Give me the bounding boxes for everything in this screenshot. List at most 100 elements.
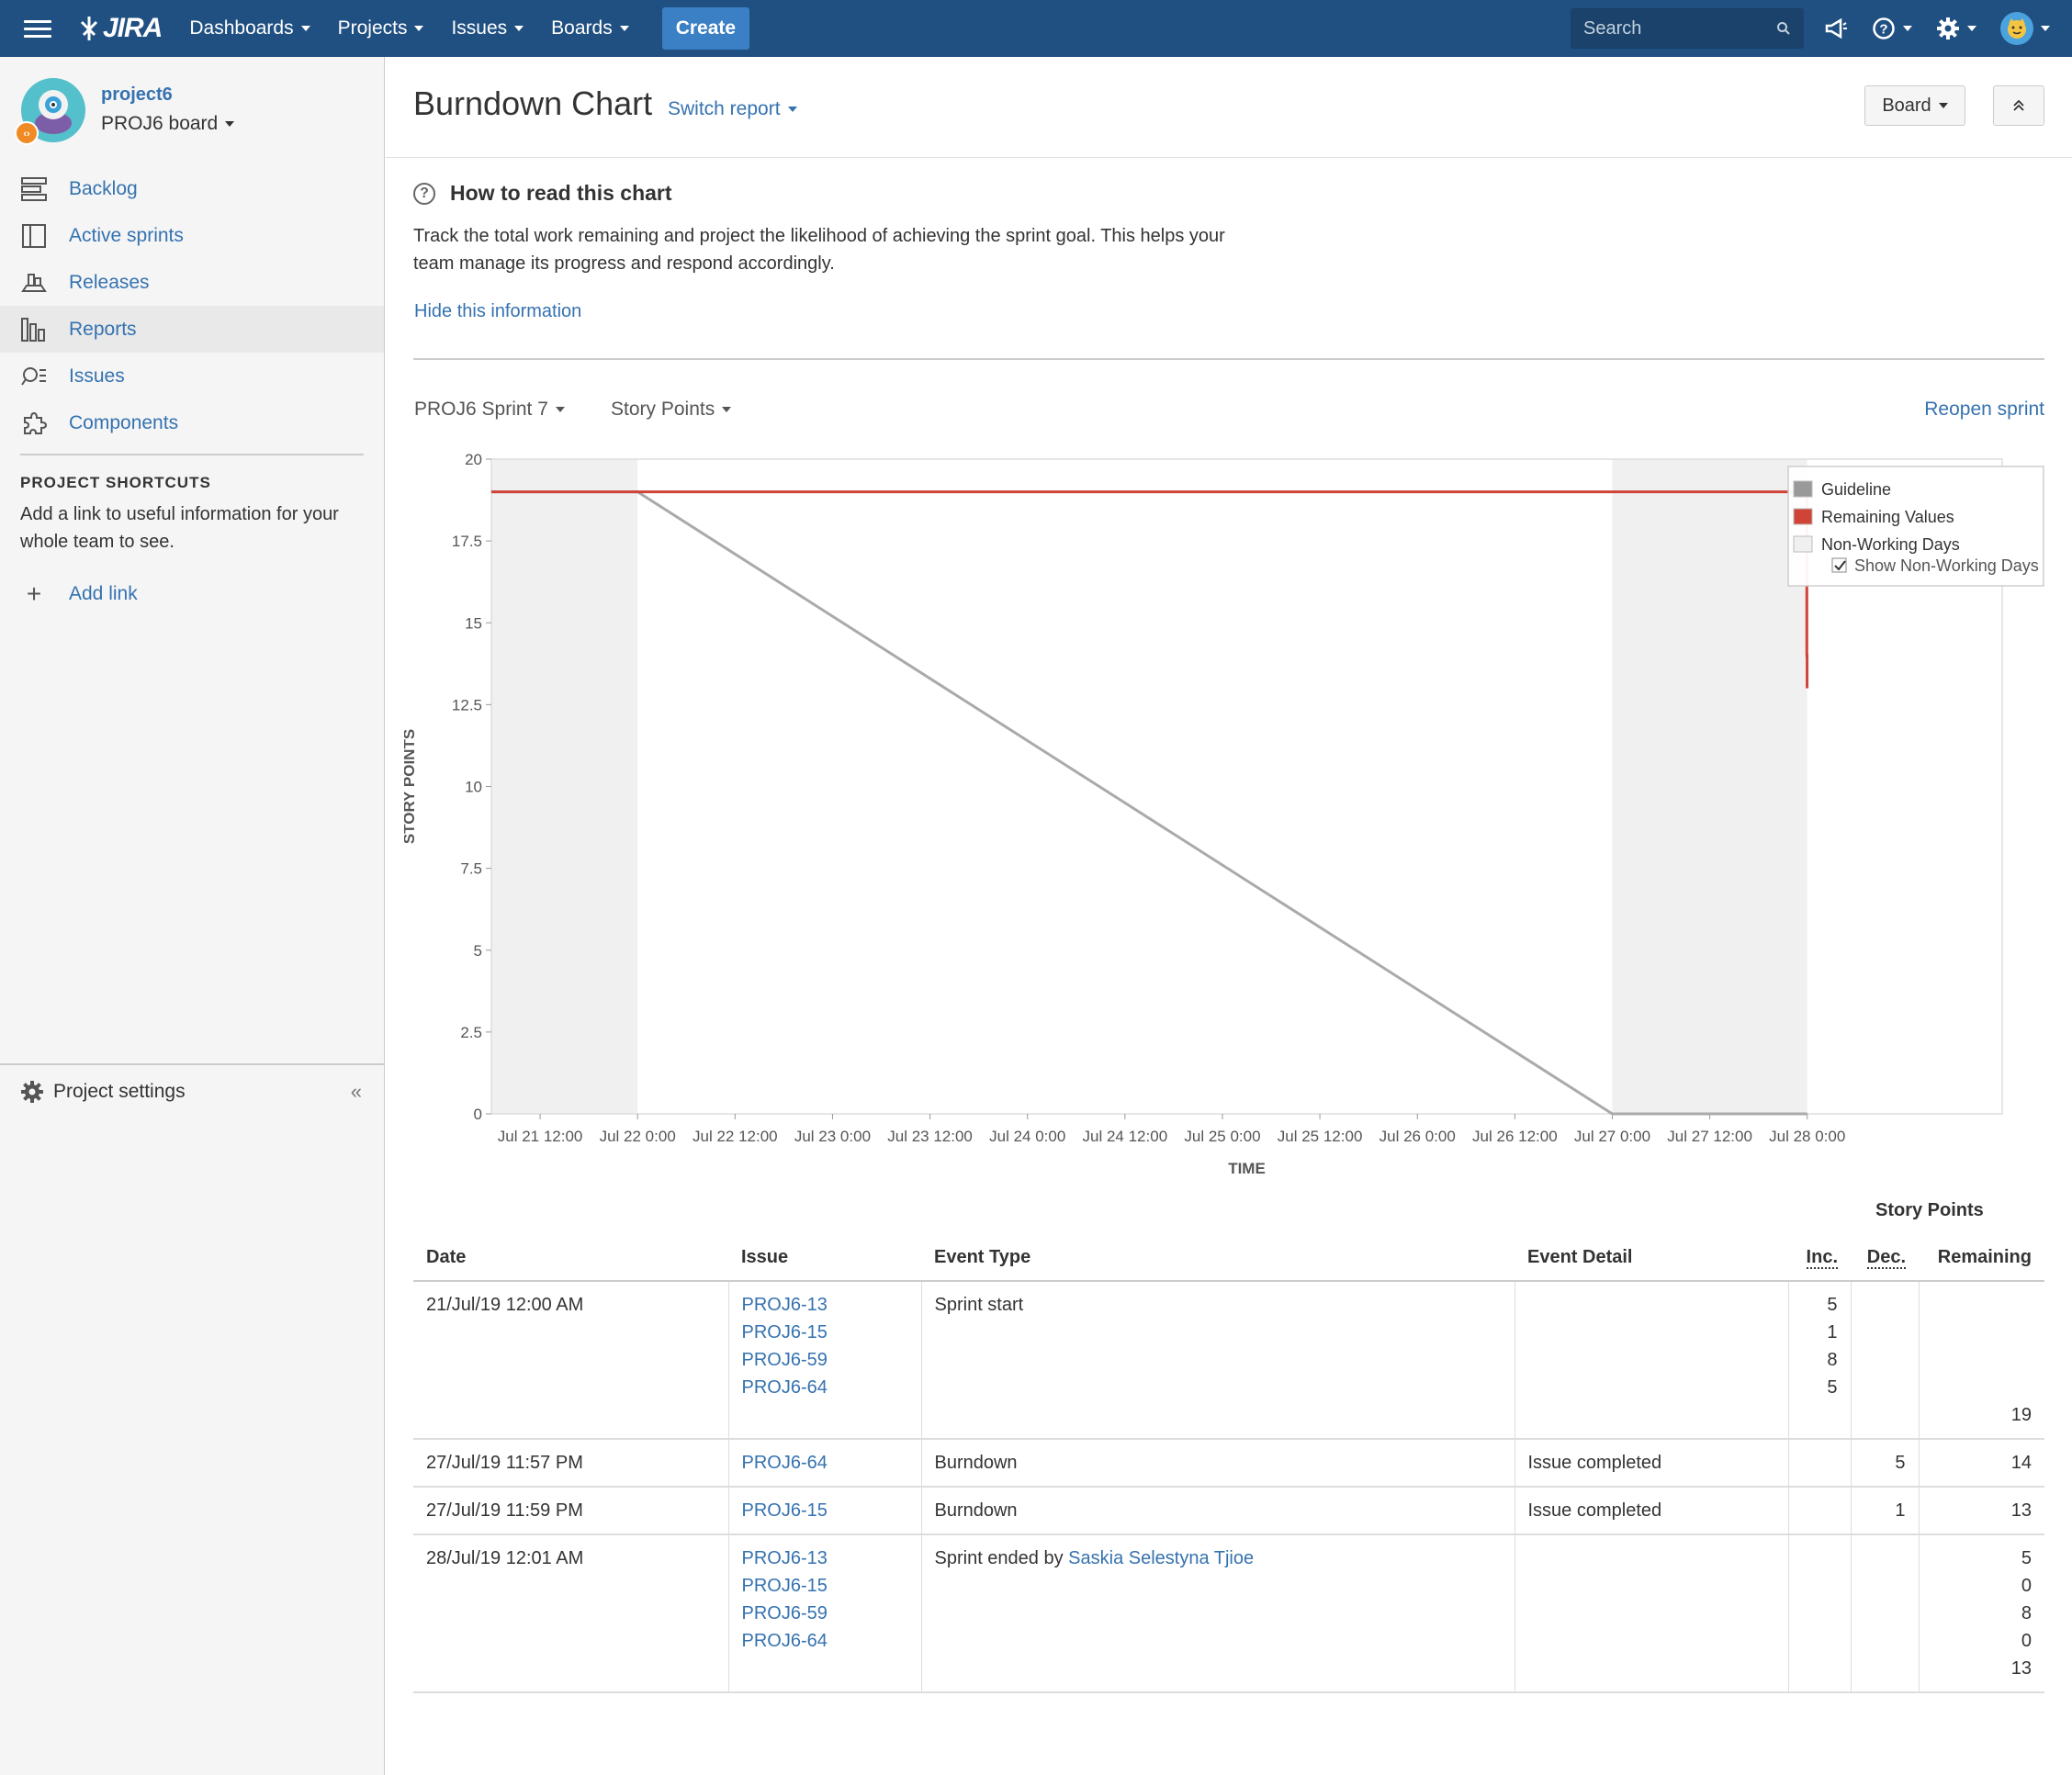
dec-value: 5 <box>1895 1453 1906 1473</box>
board-selector[interactable]: PROJ6 board <box>101 113 235 135</box>
col-event-detail: Event Detail <box>1515 1235 1788 1282</box>
y-axis-label: STORY POINTS <box>404 729 418 844</box>
board-button[interactable]: Board <box>1864 85 1965 126</box>
x-tick-label: Jul 25 12:00 <box>1278 1128 1363 1145</box>
jira-logo[interactable]: JIRA <box>77 13 163 44</box>
nav-issues[interactable]: Issues <box>451 17 524 39</box>
collapse-sidebar-icon[interactable]: « <box>351 1080 362 1104</box>
inc-value: 8 <box>1827 1350 1838 1370</box>
releases-icon <box>20 269 48 297</box>
chevron-down-icon <box>225 121 235 127</box>
remaining-value: 0 <box>2021 1631 2032 1651</box>
y-tick-label: 17.5 <box>452 533 482 550</box>
x-tick-label: Jul 21 12:00 <box>498 1128 583 1145</box>
reports-icon <box>20 316 48 343</box>
cell-inc <box>1787 1534 1851 1693</box>
chevron-down-icon <box>1967 26 1976 31</box>
col-dec-label: Dec. <box>1866 1247 1906 1269</box>
search-icon <box>1777 22 1790 35</box>
sidebar-item-backlog[interactable]: Backlog <box>0 165 384 212</box>
y-tick-label: 2.5 <box>460 1024 482 1041</box>
reopen-sprint-link[interactable]: Reopen sprint <box>1924 399 2044 421</box>
sidebar-item-reports[interactable]: Reports <box>0 306 384 353</box>
nav-boards-label: Boards <box>551 17 613 39</box>
chevron-down-icon <box>2041 26 2050 31</box>
issue-link[interactable]: PROJ6-15 <box>742 1572 908 1600</box>
table-row: 21/Jul/19 12:00 AM PROJ6-13 PROJ6-15 PROJ6-… <box>413 1281 2044 1440</box>
project-sidebar: ‹› project6 PROJ6 board Backlog Active s… <box>0 57 385 1775</box>
x-tick-label: Jul 27 0:00 <box>1574 1128 1650 1145</box>
chevron-down-icon <box>300 26 310 31</box>
switch-report-dropdown[interactable]: Switch report <box>668 98 797 120</box>
menu-icon[interactable] <box>24 16 51 42</box>
settings-gear-icon[interactable] <box>1936 17 1976 40</box>
estimate-dropdown[interactable]: Story Points <box>611 399 732 421</box>
chevron-down-icon <box>619 26 629 31</box>
plus-icon: + <box>26 579 42 608</box>
issue-link[interactable]: PROJ6-59 <box>742 1346 908 1374</box>
sidebar-item-releases[interactable]: Releases <box>0 259 384 306</box>
sidebar-item-components[interactable]: Components <box>0 399 384 446</box>
cell-event-detail: Issue completed <box>1514 1439 1788 1488</box>
cell-dec <box>1850 1534 1919 1693</box>
project-avatar[interactable]: ‹› <box>15 77 86 145</box>
col-issue: Issue <box>728 1235 921 1282</box>
cell-issues: PROJ6-13 PROJ6-15 PROJ6-59 PROJ6-64 <box>727 1534 921 1693</box>
add-link-button[interactable]: + Add link <box>20 579 138 609</box>
cell-dec <box>1850 1281 1919 1440</box>
sidebar-item-active-sprints[interactable]: Active sprints <box>0 212 384 259</box>
x-tick-label: Jul 28 0:00 <box>1769 1128 1845 1145</box>
x-tick-label: Jul 24 12:00 <box>1083 1128 1168 1145</box>
issue-link[interactable]: PROJ6-13 <box>742 1291 908 1319</box>
add-link-label: Add link <box>69 583 138 604</box>
page-header: Burndown Chart Switch report Board <box>386 57 2072 158</box>
create-button[interactable]: Create <box>661 7 750 50</box>
search-input[interactable]: Search <box>1571 8 1804 49</box>
sidebar-item-issues[interactable]: Issues <box>0 353 384 399</box>
x-tick-label: Jul 23 0:00 <box>794 1128 871 1145</box>
nav-projects[interactable]: Projects <box>338 17 424 39</box>
col-date: Date <box>413 1235 728 1282</box>
cell-event-type: Sprint start <box>920 1281 1515 1440</box>
x-tick-label: Jul 22 0:00 <box>600 1128 676 1145</box>
remaining-values-series <box>491 490 1809 689</box>
remaining-value: 19 <box>2010 1405 2032 1425</box>
issue-link[interactable]: PROJ6-15 <box>742 1497 908 1524</box>
issue-link[interactable]: PROJ6-64 <box>742 1374 908 1401</box>
issue-link[interactable]: PROJ6-64 <box>742 1449 908 1477</box>
user-link[interactable]: Saskia Selestyna Tjioe <box>1068 1548 1254 1568</box>
issue-link[interactable]: PROJ6-13 <box>742 1545 908 1572</box>
col-event-type: Event Type <box>921 1235 1515 1282</box>
logo-text: JIRA <box>103 13 163 43</box>
non-working-days-band <box>491 459 638 1114</box>
legend-label: Non-Working Days <box>1821 535 1960 554</box>
project-name[interactable]: project6 <box>101 84 173 106</box>
remaining-value <box>1932 1374 2033 1401</box>
jira-logo-icon <box>80 17 98 40</box>
remaining-value: 0 <box>2021 1576 2032 1596</box>
announcement-icon[interactable] <box>1824 17 1848 39</box>
project-settings-button[interactable]: Project settings « <box>0 1063 384 1118</box>
nav-dashboards[interactable]: Dashboards <box>189 17 310 39</box>
issue-link[interactable]: PROJ6-59 <box>742 1600 908 1627</box>
help-icon[interactable]: ? <box>1872 17 1912 40</box>
components-icon <box>20 410 48 437</box>
legend-label: Guideline <box>1821 480 1891 499</box>
legend-swatch <box>1793 535 1813 553</box>
hide-information-link[interactable]: Hide this information <box>414 301 581 322</box>
sidebar-item-label: Backlog <box>69 177 138 199</box>
sprint-dropdown[interactable]: PROJ6 Sprint 7 <box>414 399 565 421</box>
y-tick-label: 7.5 <box>460 860 482 878</box>
divider <box>20 454 364 455</box>
info-title-text: How to read this chart <box>450 181 672 205</box>
project-shortcuts-description: Add a link to useful information for you… <box>20 504 339 552</box>
issue-link[interactable]: PROJ6-15 <box>742 1319 908 1346</box>
inc-value: 5 <box>1827 1377 1838 1398</box>
user-avatar[interactable] <box>2000 12 2050 45</box>
x-tick-label: Jul 26 12:00 <box>1472 1128 1558 1145</box>
table-row: 27/Jul/19 11:57 PM PROJ6-64 Burndown Issue … <box>413 1439 2044 1488</box>
nav-boards[interactable]: Boards <box>551 17 629 39</box>
issue-link[interactable]: PROJ6-64 <box>742 1627 908 1655</box>
non-working-days-band <box>1612 459 1807 1114</box>
collapse-header-button[interactable] <box>1993 85 2044 126</box>
